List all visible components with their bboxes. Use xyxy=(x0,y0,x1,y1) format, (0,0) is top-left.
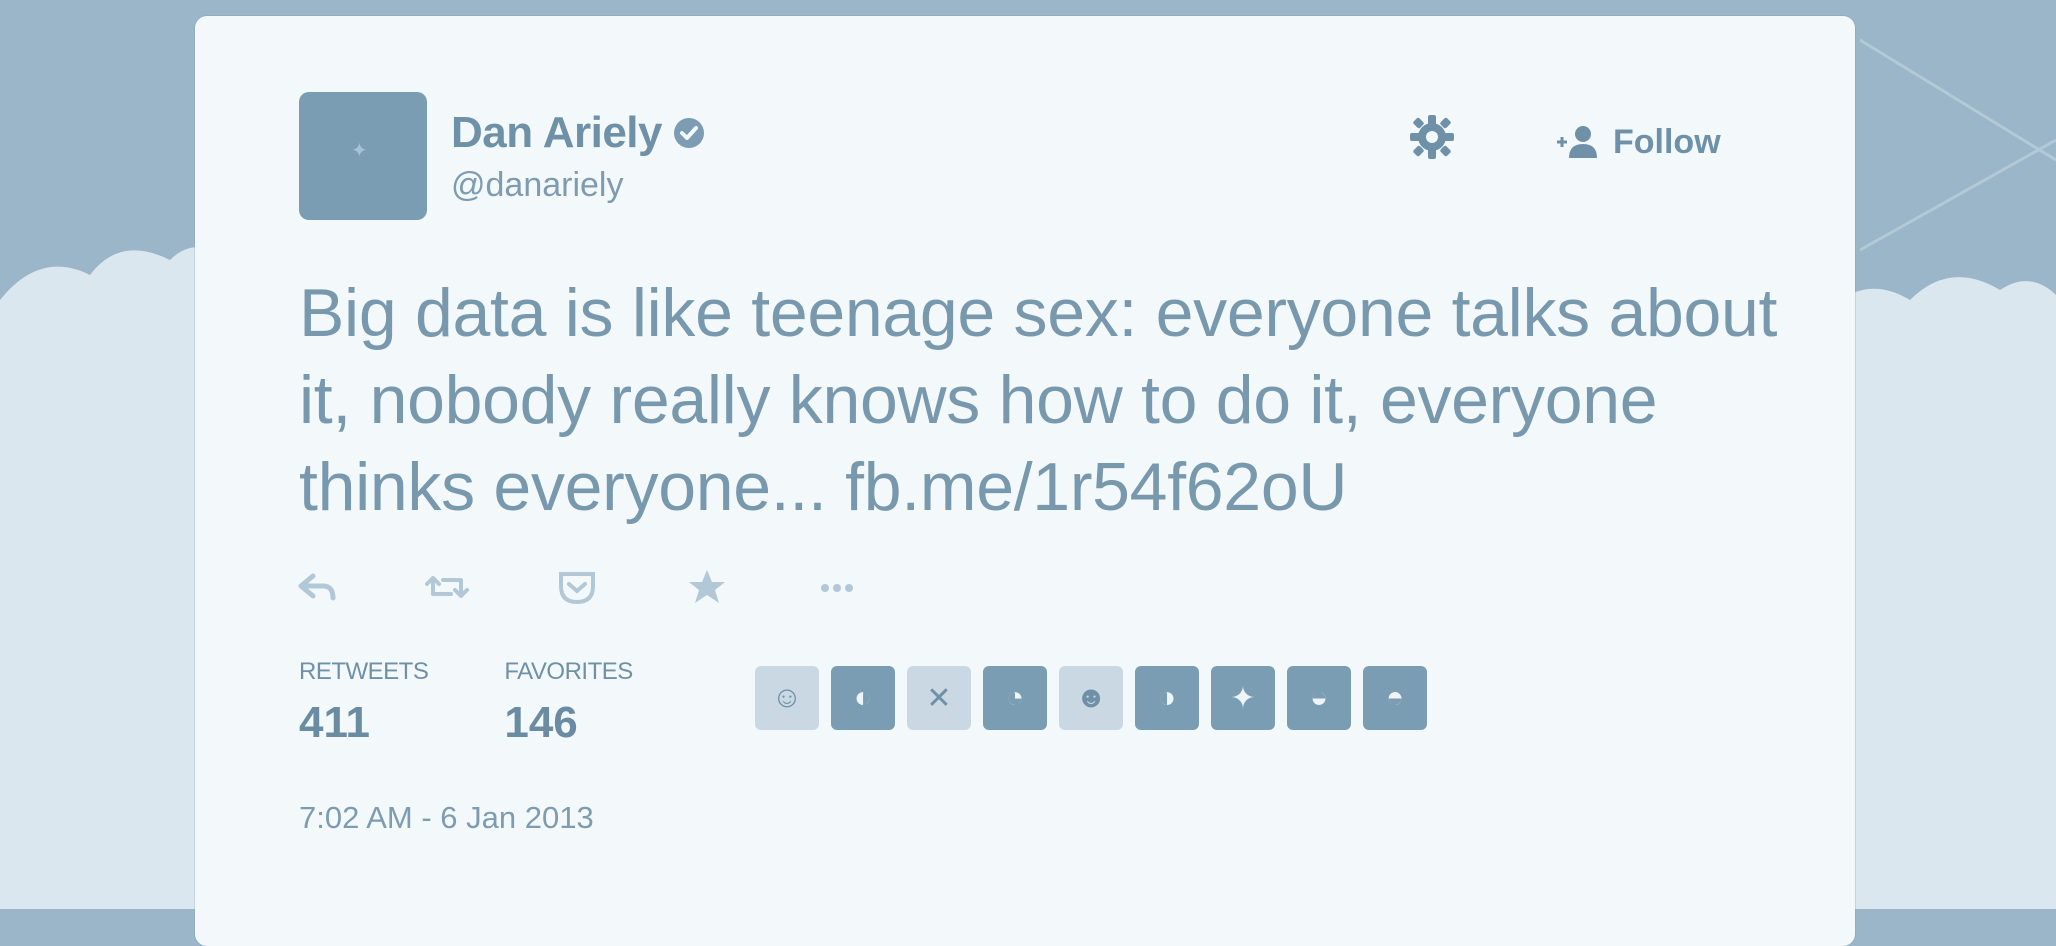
follow-button[interactable]: Follow xyxy=(1535,112,1741,172)
author-handle[interactable]: @danariely xyxy=(451,166,624,205)
tweet-card: ✦ Dan Ariely @danariely Follow Big data … xyxy=(195,16,1855,946)
more-icon xyxy=(821,584,853,592)
faver-avatar[interactable]: ◐ xyxy=(831,666,895,730)
reply-button[interactable] xyxy=(295,564,425,610)
tweet-timestamp[interactable]: 7:02 AM - 6 Jan 2013 xyxy=(299,800,594,836)
favorites-stat[interactable]: FAVORITES 146 xyxy=(504,658,633,748)
retweets-stat[interactable]: RETWEETS 411 xyxy=(299,658,429,748)
tweet-stats: RETWEETS 411 FAVORITES 146 xyxy=(299,658,709,748)
verified-badge-icon xyxy=(674,118,705,148)
follow-label: Follow xyxy=(1613,122,1721,161)
reply-icon xyxy=(298,573,336,601)
faver-avatar[interactable]: ◒ xyxy=(1287,666,1351,730)
author-name[interactable]: Dan Ariely xyxy=(451,108,663,158)
faver-avatar[interactable]: ☻ xyxy=(1059,666,1123,730)
faver-avatar[interactable]: ☺ xyxy=(755,666,819,730)
favorites-count: 146 xyxy=(504,698,578,747)
tweet-link[interactable]: fb.me/1r54f62oU xyxy=(845,449,1347,525)
faver-avatar[interactable]: ✕ xyxy=(907,666,971,730)
add-user-icon xyxy=(1557,126,1597,158)
faver-avatar[interactable]: ◓ xyxy=(1363,666,1427,730)
favoriters-avatars: ☺ ◐ ✕ ◔ ☻ ◑ ✦ ◒ ◓ xyxy=(755,666,1427,730)
faver-avatar[interactable]: ✦ xyxy=(1211,666,1275,730)
avatar[interactable]: ✦ xyxy=(299,92,427,220)
gear-icon[interactable] xyxy=(1407,112,1457,162)
favorites-label: FAVORITES xyxy=(504,658,633,685)
retweets-label: RETWEETS xyxy=(299,658,429,685)
retweets-count: 411 xyxy=(299,698,370,747)
favorite-button[interactable] xyxy=(685,564,815,610)
pocket-icon xyxy=(559,572,595,605)
retweet-icon xyxy=(425,576,469,598)
faver-avatar[interactable]: ◑ xyxy=(1135,666,1199,730)
favorite-icon xyxy=(689,570,725,603)
pocket-button[interactable] xyxy=(555,564,685,610)
faver-avatar[interactable]: ◔ xyxy=(983,666,1047,730)
retweet-button[interactable] xyxy=(425,564,555,610)
author-row: Dan Ariely xyxy=(451,108,706,158)
more-button[interactable] xyxy=(815,564,945,610)
tweet-text: Big data is like teenage sex: everyone t… xyxy=(299,270,1799,531)
sparkle-icon: ✦ xyxy=(351,140,368,162)
tweet-actions xyxy=(295,564,945,610)
